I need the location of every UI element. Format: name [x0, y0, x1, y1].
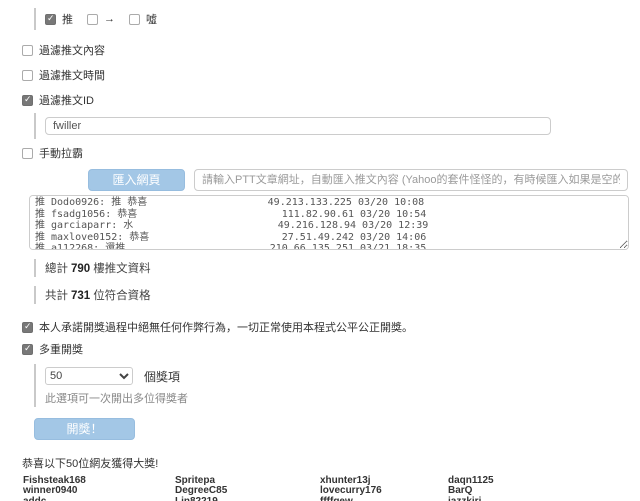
filter-id-input-group: [34, 113, 629, 139]
pledge-label: 本人承諾開獎過程中絕無任何作弊行為，一切正常使用本程式公平公正開獎。: [39, 319, 413, 335]
import-url-button[interactable]: 匯入網頁: [88, 169, 185, 191]
push-type-filter-group: 推 → 噓: [34, 8, 629, 30]
winner-name: ffffgew: [320, 497, 448, 501]
winner-name: Lin82219: [175, 497, 320, 501]
push-type-item: 推: [45, 11, 73, 27]
filter-time-checkbox[interactable]: [22, 70, 33, 81]
results-heading: 恭喜以下50位網友獲得大獎!: [22, 455, 629, 471]
arrow-checkbox-label: →: [104, 13, 115, 25]
push-type-item: →: [87, 13, 115, 25]
winner-column: SpritepaDegreeC85Lin82219supercrazyFaker…: [175, 476, 320, 501]
winner-column: xhunter13jlovecurry176ffffgewpower2618rh…: [320, 476, 448, 501]
push-data-textarea[interactable]: 推 Dodo0926: 推 恭喜 49.213.133.225 03/20 10…: [29, 195, 629, 250]
total-stat-suffix: 樓推文資料: [93, 263, 151, 275]
prize-count-suffix-label: 個獎項: [144, 368, 180, 385]
qualified-stat: 共計731位符合資格: [34, 286, 629, 304]
filter-content-label: 過濾推文內容: [39, 42, 105, 58]
arrow-checkbox[interactable]: [87, 14, 98, 25]
article-url-input[interactable]: [194, 169, 628, 191]
total-stat-value: 790: [71, 263, 90, 275]
qualified-stat-suffix: 位符合資格: [93, 290, 151, 302]
total-push-stat: 總計790樓推文資料: [34, 259, 629, 277]
manual-slot-checkbox[interactable]: [22, 148, 33, 159]
qualified-stat-prefix: 共計: [45, 290, 68, 302]
import-row: 匯入網頁: [88, 169, 629, 191]
push-checkbox[interactable]: [45, 14, 56, 25]
manual-slot-row: 手動拉霸: [22, 145, 629, 161]
filter-content-checkbox[interactable]: [22, 45, 33, 56]
filter-content-row: 過濾推文內容: [22, 42, 629, 58]
qualified-stat-value: 731: [71, 290, 90, 302]
boo-checkbox[interactable]: [129, 14, 140, 25]
filter-time-label: 過濾推文時間: [39, 67, 105, 83]
pledge-checkbox[interactable]: [22, 322, 33, 333]
prize-count-select[interactable]: 50: [45, 367, 133, 385]
pledge-row: 本人承諾開獎過程中絕無任何作弊行為，一切正常使用本程式公平公正開獎。: [22, 319, 629, 335]
push-checkbox-label: 推: [62, 11, 73, 27]
filter-id-row: 過濾推文ID: [22, 92, 629, 108]
manual-slot-label: 手動拉霸: [39, 145, 83, 161]
winner-name: addc: [23, 497, 175, 501]
push-type-item: 噓: [129, 11, 157, 27]
filter-id-input[interactable]: [45, 117, 551, 135]
filter-id-checkbox[interactable]: [22, 95, 33, 106]
winner-column: Fishsteak168winner0940addcsuede5jayleeje…: [23, 476, 175, 501]
boo-checkbox-label: 噓: [146, 11, 157, 27]
filter-time-row: 過濾推文時間: [22, 67, 629, 83]
winner-columns: Fishsteak168winner0940addcsuede5jayleeje…: [23, 476, 629, 501]
draw-button[interactable]: 開獎！: [34, 418, 135, 440]
multi-draw-label: 多重開獎: [39, 341, 83, 357]
ptt-lottery-tool-page: 推 → 噓 過濾推文內容 過濾推文時間 過濾推文ID 手動拉霸 匯入網頁 推 D…: [0, 0, 640, 501]
stats-section: 總計790樓推文資料 共計731位符合資格: [20, 259, 629, 304]
winner-name: jazzkiri: [448, 497, 505, 501]
winner-column: daqn1125BarQjazzkiriww5571Barnesgyhsiaoj…: [448, 476, 505, 501]
prize-count-group: 50 個獎項 此選項可一次開出多位得獎者: [34, 364, 629, 407]
multi-draw-checkbox[interactable]: [22, 344, 33, 355]
filter-id-label: 過濾推文ID: [39, 92, 94, 108]
multi-draw-hint: 此選項可一次開出多位得獎者: [45, 390, 629, 406]
total-stat-prefix: 總計: [45, 263, 68, 275]
multi-draw-row: 多重開獎: [22, 341, 629, 357]
